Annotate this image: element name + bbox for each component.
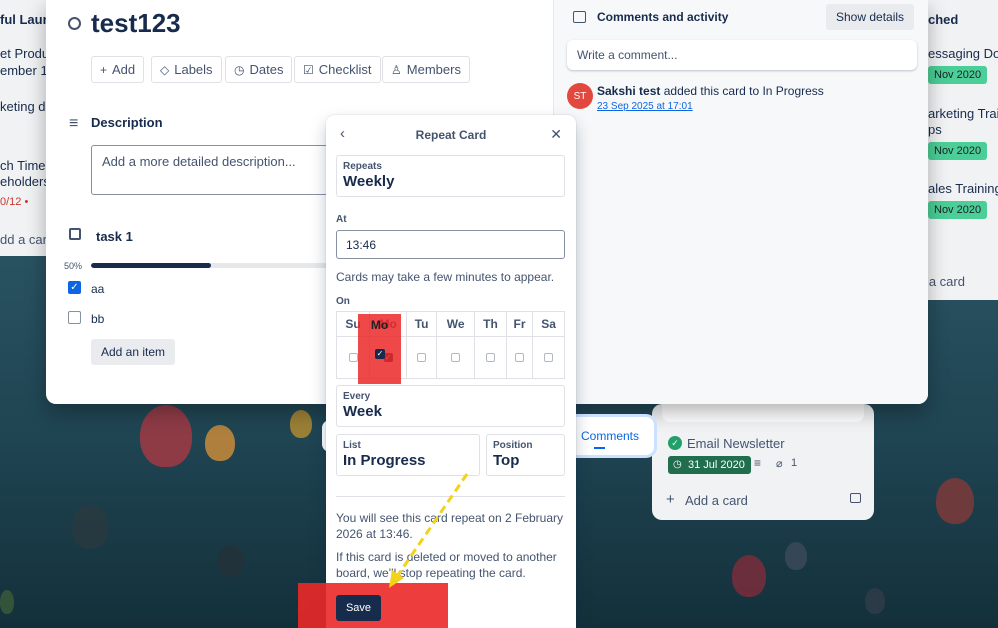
annotation-arrow	[389, 473, 469, 588]
arrow-line	[394, 473, 469, 579]
arrow-head	[389, 570, 404, 588]
